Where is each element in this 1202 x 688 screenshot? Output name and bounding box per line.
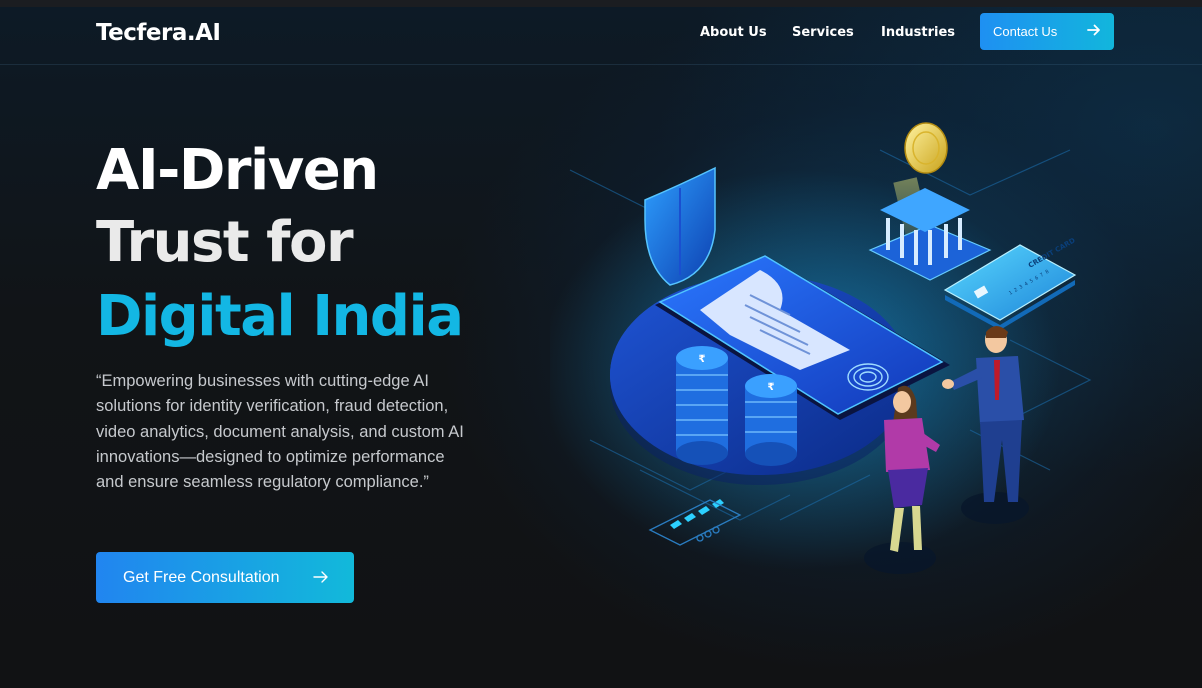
- top-strip: [0, 0, 1202, 7]
- fintech-illustration: ₹ ₹ CREDIT CARD 1 2 3 4 5 6 7 8: [550, 122, 1092, 574]
- arrow-right-icon: [313, 571, 328, 583]
- main-nav: About Us Services Industries Contact Us: [0, 7, 1202, 64]
- coin-icon: [904, 122, 948, 174]
- coin-stack-icon: ₹: [676, 346, 728, 465]
- svg-text:₹: ₹: [699, 354, 706, 365]
- site-header: Tecfera.AI About Us Services Industries …: [0, 7, 1202, 65]
- contact-us-button[interactable]: Contact Us: [980, 13, 1114, 50]
- nav-link-about-us[interactable]: About Us: [700, 25, 767, 40]
- hero-description: “Empowering businesses with cutting-edge…: [96, 372, 464, 492]
- get-free-consultation-button[interactable]: Get Free Consultation: [96, 552, 354, 603]
- nav-link-industries[interactable]: Industries: [881, 25, 955, 40]
- hero-title-line-3: Digital India: [96, 284, 464, 349]
- nav-link-services[interactable]: Services: [792, 25, 854, 40]
- contact-us-label: Contact Us: [993, 24, 1058, 39]
- svg-text:₹: ₹: [768, 382, 775, 393]
- hero-title-line-1: AI-Driven: [96, 138, 379, 203]
- cta-label: Get Free Consultation: [123, 568, 280, 586]
- hero-title-line-2: Trust for: [96, 210, 354, 275]
- coin-stack-icon: ₹: [745, 374, 797, 466]
- arrow-right-icon: [1087, 24, 1100, 36]
